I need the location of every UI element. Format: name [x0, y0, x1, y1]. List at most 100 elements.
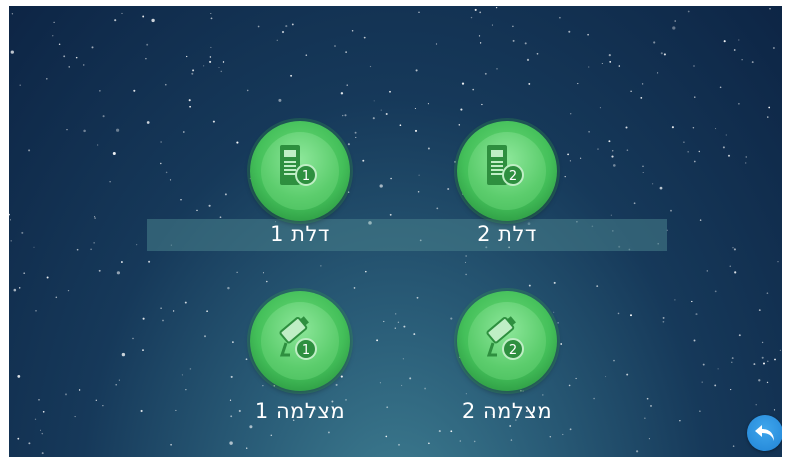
star	[767, 116, 769, 118]
star	[510, 439, 513, 441]
star	[389, 213, 392, 216]
star	[99, 90, 101, 92]
star	[232, 341, 234, 343]
star	[17, 437, 20, 440]
star	[219, 216, 222, 219]
star	[394, 327, 396, 329]
star	[509, 425, 512, 427]
camera-1-button[interactable]: 1	[250, 291, 350, 391]
star	[196, 209, 198, 212]
star	[577, 83, 579, 85]
star	[465, 273, 467, 276]
star	[414, 129, 418, 132]
star	[75, 56, 78, 59]
star	[273, 384, 276, 387]
star	[340, 92, 344, 95]
star	[683, 141, 685, 144]
star	[121, 12, 123, 14]
star	[344, 114, 347, 117]
star	[67, 289, 70, 292]
security-camera-icon: 1	[279, 316, 317, 360]
star	[767, 360, 769, 363]
star	[165, 171, 168, 174]
star	[115, 383, 117, 386]
star	[693, 65, 695, 67]
star	[380, 109, 382, 111]
star	[203, 65, 205, 67]
star	[651, 183, 654, 185]
star	[290, 74, 293, 77]
star	[663, 53, 666, 56]
star	[276, 39, 278, 41]
star	[305, 54, 308, 56]
star	[626, 373, 629, 376]
star	[568, 30, 571, 33]
star	[184, 301, 187, 304]
star	[653, 41, 656, 44]
star	[210, 17, 213, 20]
star	[702, 363, 705, 366]
star	[373, 100, 375, 102]
star	[435, 43, 438, 45]
star	[229, 441, 233, 445]
door-1-label: דלת 1	[270, 222, 330, 246]
star	[568, 384, 571, 387]
star	[160, 307, 162, 309]
star	[738, 39, 740, 41]
camera-2-label: מצלמה 2	[461, 399, 553, 423]
star	[640, 97, 643, 99]
star	[418, 11, 420, 14]
star	[766, 292, 769, 295]
star	[454, 161, 456, 163]
star	[562, 433, 564, 436]
star	[121, 352, 126, 357]
star	[151, 18, 155, 23]
star	[692, 127, 695, 129]
star	[224, 193, 227, 196]
star	[136, 244, 138, 246]
star	[52, 35, 54, 37]
star	[438, 430, 441, 433]
star	[732, 445, 735, 447]
star	[11, 13, 14, 15]
star	[206, 310, 208, 313]
camera-2-button[interactable]: 2	[457, 291, 557, 391]
back-button[interactable]	[747, 415, 782, 451]
star	[424, 387, 427, 390]
door-2-button[interactable]: 2	[457, 121, 557, 221]
star	[536, 52, 539, 55]
star	[473, 440, 476, 443]
star	[395, 313, 397, 315]
star	[148, 260, 151, 263]
star	[481, 103, 483, 106]
star	[633, 202, 636, 205]
star	[102, 405, 104, 407]
star	[730, 389, 732, 391]
star	[662, 316, 665, 319]
star	[102, 115, 105, 118]
star	[94, 217, 96, 219]
star	[118, 379, 120, 381]
star	[659, 186, 663, 190]
star	[741, 59, 743, 61]
star	[220, 70, 223, 73]
star	[209, 56, 212, 58]
star	[596, 285, 599, 287]
star	[389, 90, 391, 93]
star	[779, 349, 782, 351]
star	[587, 33, 589, 36]
star	[414, 107, 416, 110]
star	[642, 165, 644, 168]
star	[646, 397, 649, 400]
star	[610, 214, 612, 216]
star	[608, 140, 611, 143]
star	[733, 49, 736, 51]
intercom-screen: 1 דלת 1 2 דלת 2 1 מצלמה 1 2 מצלמה 2	[9, 6, 782, 457]
star	[249, 425, 253, 429]
door-2-badge: 2	[509, 169, 517, 184]
door-1-button[interactable]: 1	[250, 121, 350, 221]
star	[559, 16, 561, 19]
star	[340, 375, 343, 378]
star	[385, 435, 388, 438]
star	[465, 255, 467, 257]
